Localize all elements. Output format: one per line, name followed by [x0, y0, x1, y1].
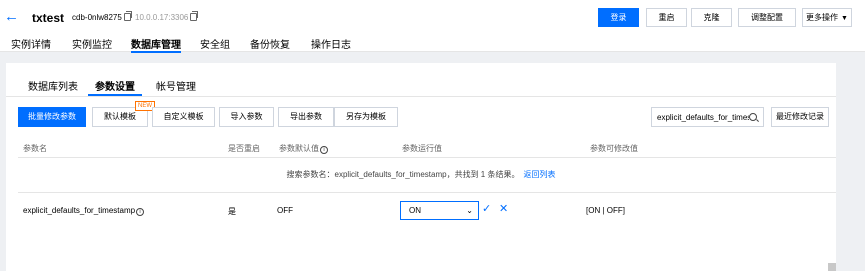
tab-database-management[interactable]: 数据库管理	[131, 36, 181, 53]
search-icon[interactable]	[749, 113, 757, 121]
column-header-allowed-values: 参数可修改值	[590, 144, 638, 153]
tab-operation-log[interactable]: 操作日志	[311, 36, 351, 51]
sub-tabs: 数据库列表 参数设置 帐号管理	[6, 63, 836, 97]
instance-id: cdb-0nlw8275	[72, 11, 132, 22]
adjust-config-button[interactable]: 调整配置	[738, 8, 796, 27]
search-input[interactable]	[657, 111, 749, 123]
back-to-list-link[interactable]: 返回列表	[523, 170, 555, 179]
chevron-down-icon: ⌄	[466, 206, 473, 215]
param-name-cell: explicit_defaults_for_timestamp i	[23, 206, 145, 216]
tab-instance-details[interactable]: 实例详情	[11, 36, 51, 51]
close-icon[interactable]: ✕	[499, 202, 511, 216]
search-result-message: 搜索参数名：explicit_defaults_for_timestamp，共找…	[6, 169, 836, 180]
param-name-text: explicit_defaults_for_timestamp	[23, 206, 136, 215]
running-value-selected: ON	[409, 206, 421, 215]
subtab-database-list[interactable]: 数据库列表	[28, 78, 78, 93]
tab-backup-restore[interactable]: 备份恢复	[250, 36, 290, 51]
more-actions-button[interactable]: 更多操作 ▼	[802, 8, 852, 27]
more-actions-label: 更多操作	[806, 13, 839, 22]
back-arrow-icon[interactable]: ←	[4, 9, 20, 25]
subtab-account-management[interactable]: 帐号管理	[156, 78, 196, 93]
import-params-button[interactable]: 导入参数	[219, 107, 274, 127]
restart-button[interactable]: 重启	[646, 8, 687, 27]
recent-changes-button[interactable]: 最近修改记录	[771, 107, 829, 127]
instance-ip-text: 10.0.0.17:3306	[135, 13, 189, 22]
instance-id-text: cdb-0nlw8275	[72, 13, 122, 22]
instance-name: txtest	[32, 11, 65, 25]
export-params-button[interactable]: 导出参数	[278, 107, 334, 127]
subtab-parameter-settings[interactable]: 参数设置	[88, 78, 142, 96]
save-as-template-button[interactable]: 另存为模板	[334, 107, 398, 127]
allowed-values-cell: [ON | OFF]	[586, 206, 625, 215]
default-value-cell: OFF	[277, 206, 293, 215]
column-header-running-value: 参数运行值	[402, 144, 442, 153]
divider	[18, 192, 836, 193]
search-result-text: 搜索参数名：explicit_defaults_for_timestamp，共找…	[286, 170, 520, 179]
check-icon[interactable]: ✓	[482, 202, 494, 216]
restart-cell: 是	[228, 207, 236, 216]
content-panel: 数据库列表 参数设置 帐号管理 批量修改参数 默认模板 NEW 自定义模板 导入…	[6, 63, 836, 271]
caret-down-icon: ▼	[841, 15, 848, 22]
tab-security-group[interactable]: 安全组	[200, 36, 230, 51]
login-button[interactable]: 登录	[598, 8, 639, 27]
main-tabs: 实例详情 实例监控 数据库管理 安全组 备份恢复 操作日志	[0, 34, 865, 53]
clone-button[interactable]: 克隆	[691, 8, 732, 27]
top-bar: ← txtest cdb-0nlw8275 10.0.0.17:3306 登录 …	[0, 0, 865, 53]
running-value-select[interactable]: ON ⌄	[400, 201, 479, 220]
search-box[interactable]	[651, 107, 764, 127]
column-header-param-name: 参数名	[23, 144, 47, 153]
info-icon[interactable]: i	[136, 208, 145, 216]
scrollbar-corner	[828, 263, 836, 271]
instance-ip: 10.0.0.17:3306	[135, 11, 199, 22]
info-icon[interactable]: i	[320, 146, 328, 154]
divider	[18, 157, 836, 158]
tab-instance-monitor[interactable]: 实例监控	[72, 36, 112, 51]
copy-icon[interactable]	[123, 11, 132, 21]
column-header-default-value: 参数默认值 i	[279, 143, 328, 154]
custom-template-button[interactable]: 自定义模板	[152, 107, 215, 127]
copy-icon[interactable]	[190, 11, 199, 21]
column-header-restart: 是否重启	[228, 144, 260, 153]
batch-edit-button[interactable]: 批量修改参数	[18, 107, 86, 127]
column-header-default-value-label: 参数默认值	[279, 144, 319, 153]
